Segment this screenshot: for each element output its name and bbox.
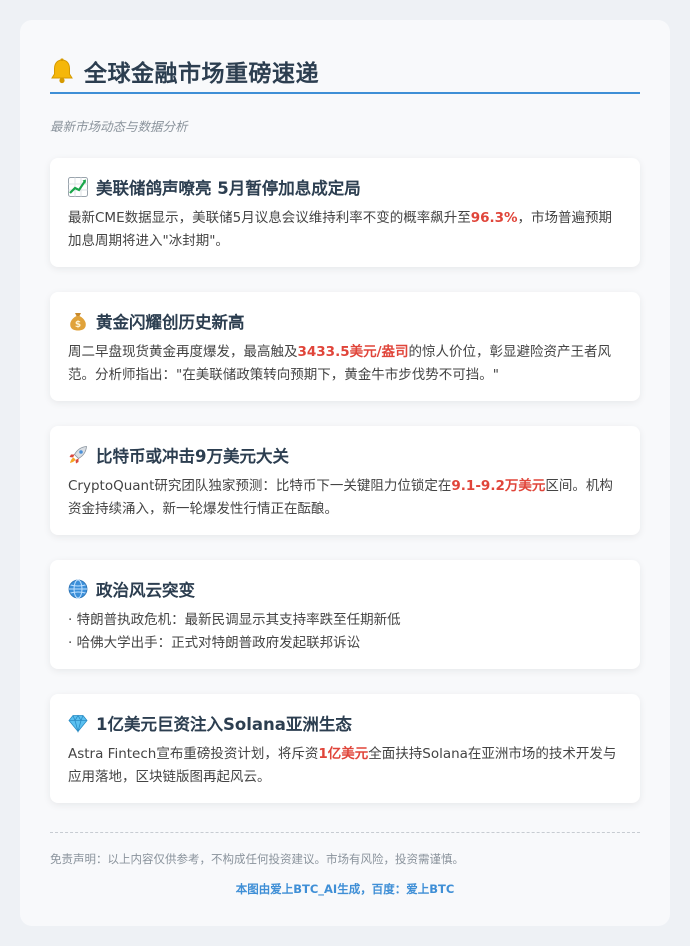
card-body: · 特朗普执政危机：最新民调显示其支持率跌至任期新低 · 哈佛大学出手：正式对特…: [68, 609, 622, 655]
highlight-value: 9.1-9.2万美元: [451, 478, 546, 494]
card-body: Astra Fintech宣布重磅投资计划，将斥资1亿美元全面扶持Solana在…: [68, 746, 617, 785]
news-card-solana: 1亿美元巨资注入Solana亚洲生态 Astra Fintech宣布重磅投资计划…: [50, 694, 640, 803]
list-item: · 哈佛大学出手：正式对特朗普政府发起联邦诉讼: [68, 635, 361, 651]
gem-icon: [68, 713, 88, 734]
news-card-fed: 美联储鸽声嘹亮 5月暂停加息成定局 最新CME数据显示，美联储5月议息会议维持利…: [50, 158, 640, 267]
news-card-bitcoin: 比特币或冲击9万美元大关 CryptoQuant研究团队独家预测：比特币下一关键…: [50, 426, 640, 535]
card-body: 最新CME数据显示，美联储5月议息会议维持利率不变的概率飙升至96.3%，市场普…: [68, 210, 613, 249]
card-title: 1亿美元巨资注入Solana亚洲生态: [96, 715, 352, 734]
news-card-gold: $ 黄金闪耀创历史新高 周二早盘现货黄金再度爆发，最高触及3433.5美元/盎司…: [50, 292, 640, 401]
footer-divider: [50, 832, 640, 833]
highlight-value: 96.3%: [470, 210, 518, 226]
report-page: 全球金融市场重磅速递 最新市场动态与数据分析 美联储鸽声嘹亮 5月暂停加息成定局…: [20, 20, 670, 926]
card-body: 周二早盘现货黄金再度爆发，最高触及3433.5美元/盎司的惊人价位，彰显避险资产…: [68, 344, 612, 383]
card-body: CryptoQuant研究团队独家预测：比特币下一关键阻力位锁定在9.1-9.2…: [68, 478, 613, 517]
highlight-value: 3433.5美元/盎司: [297, 344, 409, 360]
page-header: 全球金融市场重磅速递: [50, 50, 640, 94]
list-item: · 特朗普执政危机：最新民调显示其支持率跌至任期新低: [68, 612, 401, 628]
page-title: 全球金融市场重磅速递: [84, 61, 319, 87]
card-title: 美联储鸽声嘹亮 5月暂停加息成定局: [96, 179, 361, 198]
globe-icon: [68, 579, 88, 599]
chart-up-icon: [68, 177, 88, 197]
svg-text:$: $: [75, 320, 81, 330]
card-title: 比特币或冲击9万美元大关: [96, 447, 289, 466]
card-title: 黄金闪耀创历史新高: [96, 313, 245, 332]
bell-icon: [50, 58, 74, 84]
highlight-value: 1亿美元: [318, 746, 369, 762]
news-card-politics: 政治风云突变 · 特朗普执政危机：最新民调显示其支持率跌至任期新低 · 哈佛大学…: [50, 560, 640, 669]
page-subtitle: 最新市场动态与数据分析: [50, 119, 188, 134]
rocket-icon: [68, 445, 88, 465]
disclaimer-text: 免责声明：以上内容仅供参考，不构成任何投资建议。市场有风险，投资需谨慎。: [50, 852, 464, 866]
money-bag-icon: $: [68, 311, 88, 331]
credit-text: 本图由爱上BTC_AI生成，百度：爱上BTC: [235, 882, 455, 896]
card-title: 政治风云突变: [96, 581, 195, 600]
